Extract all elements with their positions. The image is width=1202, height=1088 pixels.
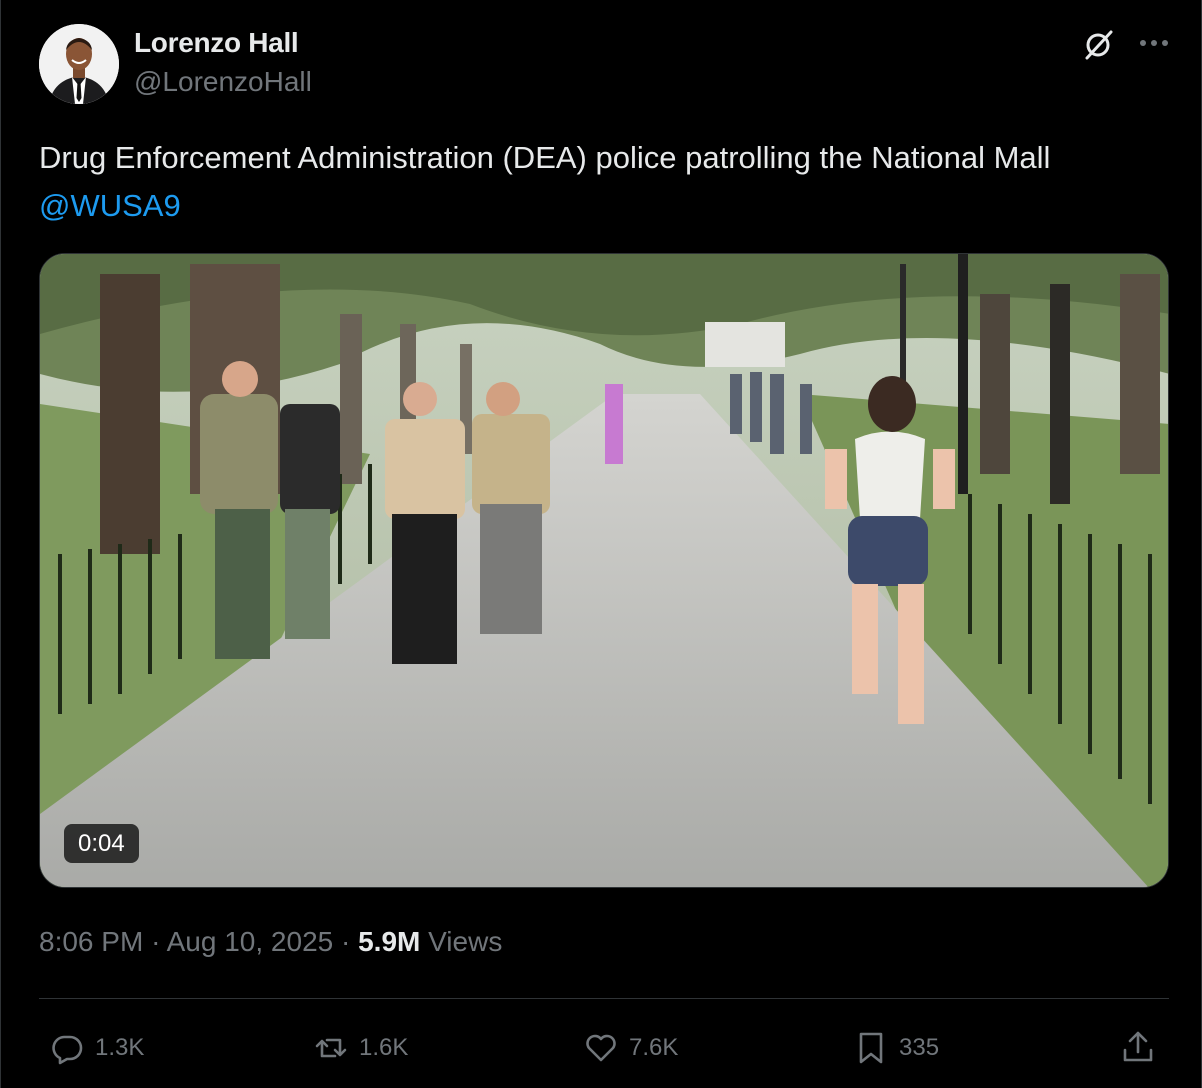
- repost-count: 1.6K: [359, 1034, 409, 1061]
- grok-icon[interactable]: [1081, 28, 1115, 62]
- mention-link[interactable]: @WUSA9: [39, 188, 181, 223]
- heart-icon: [586, 1034, 616, 1062]
- tweet-body: Drug Enforcement Administration (DEA) po…: [39, 140, 1051, 175]
- reply-count: 1.3K: [95, 1034, 145, 1061]
- repost-icon: [315, 1038, 347, 1058]
- video-frame: [40, 254, 1168, 887]
- bookmark-icon: [859, 1032, 883, 1064]
- tweet-date[interactable]: Aug 10, 2025: [167, 926, 334, 957]
- tweet-card: Lorenzo Hall @LorenzoHall Drug Enforceme…: [0, 0, 1202, 1088]
- author-name[interactable]: Lorenzo Hall: [134, 27, 299, 59]
- meta-separator: ·: [151, 926, 161, 957]
- bookmark-count: 335: [899, 1034, 940, 1061]
- video-player[interactable]: [39, 253, 1169, 888]
- like-count: 7.6K: [629, 1034, 679, 1061]
- reply-button[interactable]: 1.3K: [49, 1030, 144, 1066]
- reply-icon: [52, 1035, 83, 1065]
- views-label: Views: [428, 926, 503, 957]
- avatar[interactable]: [39, 24, 119, 104]
- author-handle[interactable]: @LorenzoHall: [134, 66, 312, 98]
- bookmark-button[interactable]: 335: [853, 1030, 939, 1066]
- divider: [39, 998, 1169, 999]
- more-icon[interactable]: [1137, 26, 1171, 60]
- share-button[interactable]: [1119, 1028, 1157, 1066]
- repost-button[interactable]: 1.6K: [313, 1030, 408, 1066]
- like-button[interactable]: 7.6K: [583, 1030, 678, 1066]
- video-duration-badge: 0:04: [64, 824, 139, 863]
- tweet-time[interactable]: 8:06 PM: [39, 926, 143, 957]
- views-count: 5.9M: [358, 926, 421, 957]
- tweet-text: Drug Enforcement Administration (DEA) po…: [39, 134, 1159, 230]
- share-icon: [1123, 1031, 1153, 1062]
- tweet-meta: 8:06 PM · Aug 10, 2025 · 5.9M Views: [39, 926, 502, 958]
- meta-separator: ·: [341, 926, 351, 957]
